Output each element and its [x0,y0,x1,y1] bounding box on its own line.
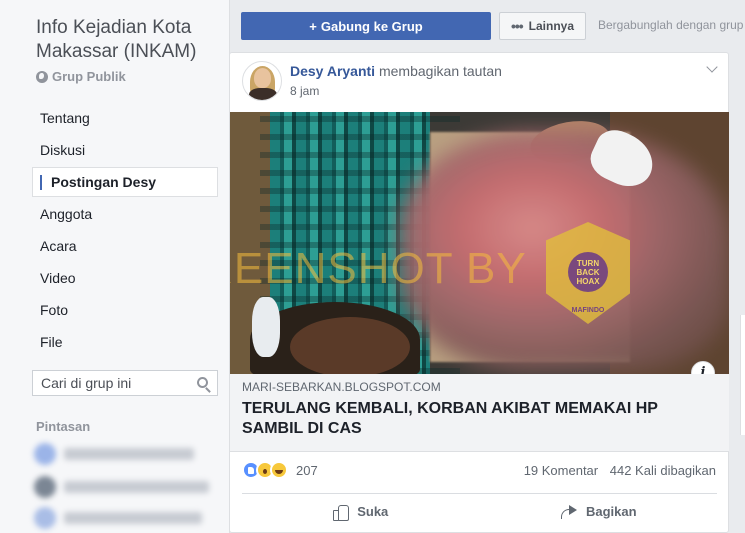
join-group-label: Gabung ke Grup [320,18,423,34]
share-icon [560,504,578,520]
nav-item-anggota[interactable]: Anggota [32,198,218,230]
shortcut-item[interactable] [34,476,214,498]
nav-item-acara[interactable]: Acara [32,230,218,262]
post-time[interactable]: 8 jam [290,84,319,98]
group-privacy-label: Grup Publik [52,69,126,84]
group-sidebar: Info Kejadian Kota Makassar (INKAM) Grup… [0,0,230,533]
post-action: membagikan tautan [378,63,502,79]
shortcut-label [64,512,202,524]
plus-icon: + [309,18,317,34]
search-placeholder: Cari di grup ini [41,375,132,391]
nav-item-label: Postingan Desy [51,174,157,190]
thumbs-up-icon [333,504,350,521]
post-stats: 19 Komentar 442 Kali dibagikan [524,463,716,478]
post-image[interactable]: SCREENSHOT BY TURN BACK HOAX MAFINDO [230,112,729,374]
nav-item-diskusi[interactable]: Diskusi [32,134,218,166]
comment-count[interactable]: 19 Komentar [524,463,598,478]
nav-item-postingan-desy[interactable]: Postingan Desy [32,167,218,197]
photo-face [290,317,410,374]
nav-item-tentang[interactable]: Tentang [32,102,218,134]
share-button[interactable]: Bagikan [480,494,718,529]
group-nav: Tentang Diskusi Postingan Desy Anggota A… [32,102,218,358]
author-avatar[interactable] [242,61,282,101]
group-title[interactable]: Info Kejadian Kota Makassar (INKAM) [36,16,221,64]
reactions-summary[interactable]: 207 [242,461,318,479]
link-domain: MARI-SEBARKAN.BLOGSPOT.COM [242,380,441,394]
join-group-button[interactable]: + Gabung ke Grup [241,12,491,40]
adjacent-panel-edge [740,315,745,435]
like-button[interactable]: Suka [242,494,480,529]
author-name[interactable]: Desy Aryanti [290,63,375,79]
page: Info Kejadian Kota Makassar (INKAM) Grup… [0,0,745,533]
shortcut-avatar [34,443,56,465]
nav-item-video[interactable]: Video [32,262,218,294]
badge-center: TURN BACK HOAX [568,252,608,292]
shortcut-avatar [34,476,56,498]
shortcuts-title: Pintasan [36,419,91,434]
post-card: Desy Aryanti membagikan tautan 8 jam SCR… [229,52,729,533]
dots-icon: ••• [510,18,524,34]
shortcut-label [64,481,209,493]
group-privacy: Grup Publik [36,69,126,84]
shortcut-label [64,448,194,460]
group-search-input[interactable]: Cari di grup ini [32,370,218,396]
more-label: Lainnya [528,19,575,33]
more-button[interactable]: ••• Lainnya [499,12,586,40]
post-author-line: Desy Aryanti membagikan tautan [290,63,502,79]
shortcut-avatar [34,507,56,529]
photo-glove [252,297,280,357]
avatar-face [254,68,271,88]
shortcut-item[interactable] [34,507,214,529]
like-label: Suka [357,504,389,519]
share-label: Bagikan [585,504,637,519]
nav-item-file[interactable]: File [32,326,218,358]
shortcut-item[interactable] [34,443,214,465]
link-preview[interactable]: MARI-SEBARKAN.BLOGSPOT.COM TERULANG KEMB… [230,374,729,452]
search-icon[interactable] [197,377,208,388]
nav-item-foto[interactable]: Foto [32,294,218,326]
avatar-body [249,88,277,100]
chevron-down-icon[interactable] [706,61,718,73]
link-title[interactable]: TERULANG KEMBALI, KORBAN AKIBAT MEMAKAI … [242,399,682,439]
reaction-count: 207 [296,462,318,478]
post-actions: Suka Bagikan [242,493,717,529]
share-count[interactable]: 442 Kali dibagikan [610,463,716,478]
globe-icon [36,70,48,83]
watermark-text: SCREENSHOT BY [230,244,527,293]
join-hint: Bergabunglah dengan grup [598,18,744,32]
haha-icon [270,461,288,479]
